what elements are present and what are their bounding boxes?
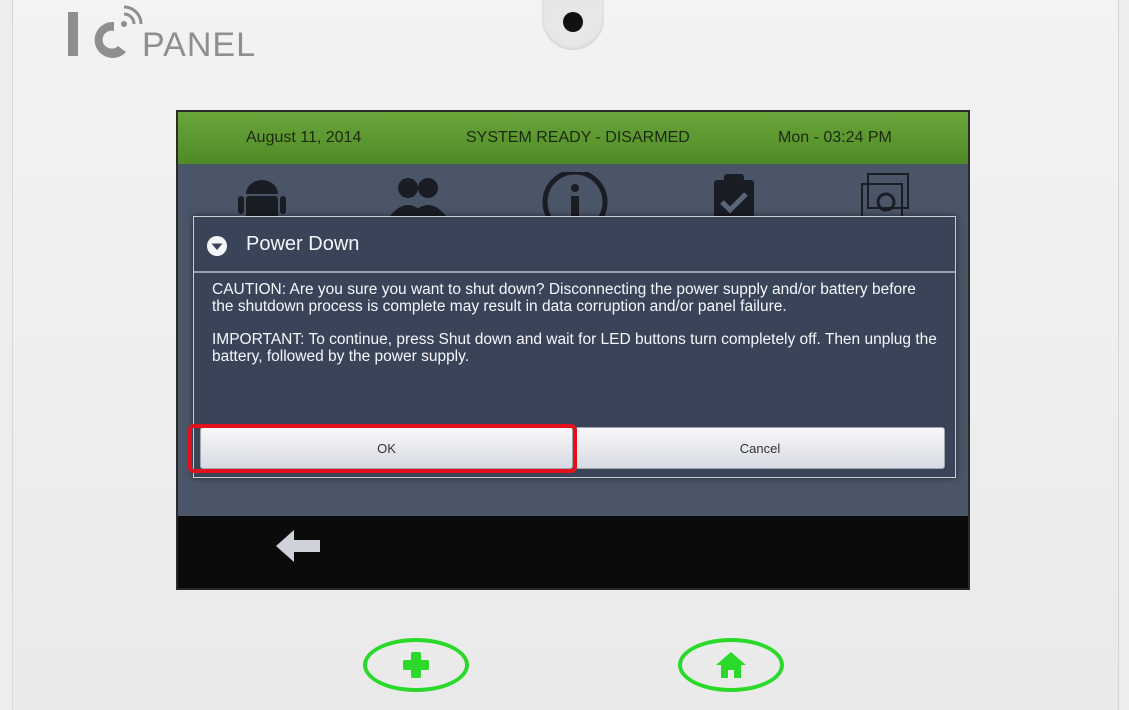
- ok-button-highlight: [188, 424, 577, 473]
- status-bar: August 11, 2014 SYSTEM READY - DISARMED …: [178, 112, 968, 164]
- back-arrow-icon[interactable]: [274, 528, 322, 564]
- status-date: August 11, 2014: [246, 129, 362, 146]
- plus-icon: [403, 652, 429, 678]
- status-system-state: SYSTEM READY - DISARMED: [466, 129, 690, 146]
- caution-text: CAUTION: Are you sure you want to shut d…: [212, 281, 916, 315]
- bottom-nav-bar: [178, 516, 968, 588]
- hardware-home-button[interactable]: [678, 638, 784, 692]
- users-icon: [390, 178, 446, 216]
- brand-logo: [68, 5, 143, 58]
- chevron-down-circle-icon: [207, 236, 227, 256]
- home-icon: [716, 652, 746, 678]
- status-time: Mon - 03:24 PM: [778, 129, 892, 146]
- dialog-title: Power Down: [246, 233, 360, 255]
- camera-lens: [563, 12, 583, 32]
- android-icon: [238, 180, 286, 218]
- important-text: IMPORTANT: To continue, press Shut down …: [212, 331, 937, 365]
- background-icon-row: [178, 164, 968, 228]
- dialog-message: CAUTION: Are you sure you want to shut d…: [212, 281, 937, 381]
- brand-logo-text: PANEL: [142, 26, 256, 64]
- settings-window-icon: [861, 173, 909, 219]
- cancel-button[interactable]: Cancel: [575, 427, 945, 469]
- dialog-header: Power Down: [194, 217, 955, 271]
- hardware-plus-button[interactable]: [363, 638, 469, 692]
- dialog-divider: [194, 271, 955, 273]
